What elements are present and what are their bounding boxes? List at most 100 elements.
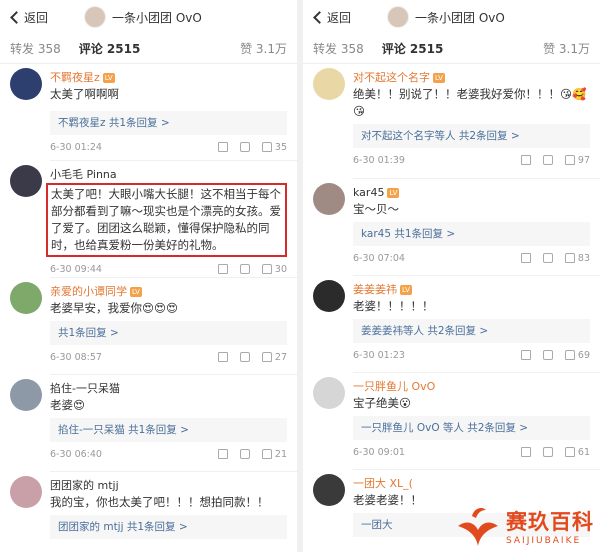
like-button[interactable]: 35 xyxy=(261,141,287,153)
share-icon[interactable] xyxy=(217,352,228,362)
watermark-title: 赛玖百科 xyxy=(506,510,594,534)
comment-text: 绝美！！别说了！！老婆我好爱你！！！😘🥰😘 xyxy=(353,87,587,118)
thumbs-up-icon xyxy=(261,142,272,152)
like-count: 35 xyxy=(274,141,287,153)
reply-link[interactable]: 共1条回复 > xyxy=(50,321,287,345)
avatar[interactable] xyxy=(387,6,409,28)
comment-username[interactable]: 亲爱的小谭同学 LV xyxy=(50,282,287,300)
comment-item: 小毛毛 Pinna 太美了吧！大眼小嘴大长腿！这不相当于每个部分都看到了嘛～现实… xyxy=(0,161,297,277)
comment-username[interactable]: kar45 LV xyxy=(353,183,590,201)
reply-link[interactable]: 一只胖鱼儿 OvO 等人 共2条回复 > xyxy=(353,416,590,440)
comment-time: 6-30 06:40 xyxy=(50,448,102,460)
comment-username[interactable]: 不羁夜星z LV xyxy=(50,68,287,86)
like-count: 27 xyxy=(274,351,287,363)
avatar[interactable] xyxy=(313,474,345,506)
tab-repost[interactable]: 转发 358 xyxy=(10,40,61,57)
title-text: 一条小团团 OvO xyxy=(415,10,505,25)
comment-text-highlighted: 太美了吧！大眼小嘴大长腿！这不相当于每个部分都看到了嘛～现实也是个漂亮的女孩。爱… xyxy=(46,183,287,257)
whale-tail-logo-icon xyxy=(458,508,498,546)
avatar[interactable] xyxy=(10,282,42,314)
comment-username[interactable]: 一团大 XL_( xyxy=(353,474,590,492)
comment-meta: 6-30 08:57 27 xyxy=(50,345,287,369)
comment-icon[interactable] xyxy=(542,447,553,457)
right-screenshot-panel: 返回 一条小团团 OvO 转发 358 评论 2515 赞 3.1万 对不起这个… xyxy=(303,0,600,552)
reply-link[interactable]: 姜姜姜祎等人 共2条回复 > xyxy=(353,319,590,343)
share-icon[interactable] xyxy=(217,264,228,274)
tab-likes[interactable]: 赞 3.1万 xyxy=(543,40,590,57)
vip-badge: LV xyxy=(433,73,445,83)
comment-meta: 6-30 01:23 69 xyxy=(353,343,590,367)
reply-link[interactable]: kar45 共1条回复 > xyxy=(353,222,590,246)
share-icon[interactable] xyxy=(520,350,531,360)
comment-username[interactable]: 对不起这个名字 LV xyxy=(353,68,590,86)
share-icon[interactable] xyxy=(520,155,531,165)
reply-link[interactable]: 对不起这个名字等人 共2条回复 > xyxy=(353,124,590,148)
reply-link[interactable]: 不羁夜星z 共1条回复 > xyxy=(50,111,287,135)
avatar[interactable] xyxy=(313,68,345,100)
comment-icon[interactable] xyxy=(239,142,250,152)
comment-item: 不羁夜星z LV 太美了啊啊啊 不羁夜星z 共1条回复 > 6-30 01:24 … xyxy=(0,64,297,160)
like-button[interactable]: 30 xyxy=(261,263,287,275)
share-icon[interactable] xyxy=(217,142,228,152)
reply-link[interactable]: 团团家的 mtjj 共1条回复 > xyxy=(50,515,287,539)
share-icon[interactable] xyxy=(520,253,531,263)
comment-icon[interactable] xyxy=(239,264,250,274)
title-text: 一条小团团 OvO xyxy=(112,10,202,25)
avatar[interactable] xyxy=(313,183,345,215)
tab-likes[interactable]: 赞 3.1万 xyxy=(240,40,287,57)
comment-text: 太美了啊啊啊 xyxy=(50,87,119,101)
like-button[interactable]: 83 xyxy=(564,252,590,264)
comment-item: 姜姜姜祎 LV 老婆！！！！！ 姜姜姜祎等人 共2条回复 > 6-30 01:23… xyxy=(303,276,600,372)
comment-username[interactable]: 掐住-一只呆猫 xyxy=(50,379,287,397)
tab-bar: 转发 358 评论 2515 赞 3.1万 xyxy=(0,34,297,64)
back-button[interactable]: 返回 xyxy=(8,9,48,26)
like-button[interactable]: 61 xyxy=(564,447,590,458)
comment-username[interactable]: 一只胖鱼儿 OvO xyxy=(353,377,590,395)
comment-time: 6-30 01:39 xyxy=(353,154,405,166)
like-button[interactable]: 97 xyxy=(564,154,590,166)
avatar[interactable] xyxy=(10,379,42,411)
avatar[interactable] xyxy=(84,6,106,28)
watermark-subtitle: SAIJIUBAIKE xyxy=(506,536,582,546)
like-count: 30 xyxy=(274,263,287,275)
avatar[interactable] xyxy=(313,377,345,409)
vip-badge: LV xyxy=(387,188,400,198)
like-button[interactable]: 27 xyxy=(261,351,287,363)
nav-bar: 返回 一条小团团 OvO xyxy=(303,0,600,34)
tab-repost[interactable]: 转发 358 xyxy=(313,40,364,57)
comment-icon[interactable] xyxy=(542,350,553,360)
comment-icon[interactable] xyxy=(239,352,250,362)
like-button[interactable]: 21 xyxy=(261,449,287,460)
back-button[interactable]: 返回 xyxy=(311,9,351,26)
share-icon[interactable] xyxy=(217,449,228,459)
comment-text: 老婆早安，我爱你😍😍😍 xyxy=(50,301,178,315)
tab-comments[interactable]: 评论 2515 xyxy=(382,40,444,57)
thumbs-up-icon xyxy=(261,449,272,459)
like-count: 83 xyxy=(577,252,590,264)
comment-icon[interactable] xyxy=(542,253,553,263)
like-count: 97 xyxy=(577,154,590,166)
reply-link[interactable]: 掐住-一只呆猫 共1条回复 > xyxy=(50,418,287,442)
comment-username[interactable]: 团团家的 mtjj xyxy=(50,476,287,494)
nav-bar: 返回 一条小团团 OvO xyxy=(0,0,297,34)
comment-item: 团团家的 mtjj 我的宝，你也太美了吧！！！想拍同款！！ 团团家的 mtjj … xyxy=(0,472,297,552)
tab-comments[interactable]: 评论 2515 xyxy=(79,40,141,57)
avatar[interactable] xyxy=(10,476,42,508)
comment-username[interactable]: 姜姜姜祎 LV xyxy=(353,280,590,298)
comment-time: 6-30 08:57 xyxy=(50,351,102,363)
comment-text: 老婆😍 xyxy=(50,398,85,412)
back-label: 返回 xyxy=(24,10,49,25)
avatar[interactable] xyxy=(10,165,42,197)
avatar[interactable] xyxy=(313,280,345,312)
comment-item: 亲爱的小谭同学 LV 老婆早安，我爱你😍😍😍 共1条回复 > 6-30 08:57… xyxy=(0,278,297,374)
comment-icon[interactable] xyxy=(239,449,250,459)
share-icon[interactable] xyxy=(520,447,531,457)
chevron-left-icon xyxy=(10,10,23,24)
comment-icon[interactable] xyxy=(542,155,553,165)
like-button[interactable]: 69 xyxy=(564,350,590,361)
comment-username[interactable]: 小毛毛 Pinna xyxy=(50,165,287,183)
avatar[interactable] xyxy=(10,68,42,100)
comment-time: 6-30 09:01 xyxy=(353,446,405,458)
page-title: 一条小团团 OvO xyxy=(387,6,505,28)
thumbs-up-icon xyxy=(564,447,575,457)
